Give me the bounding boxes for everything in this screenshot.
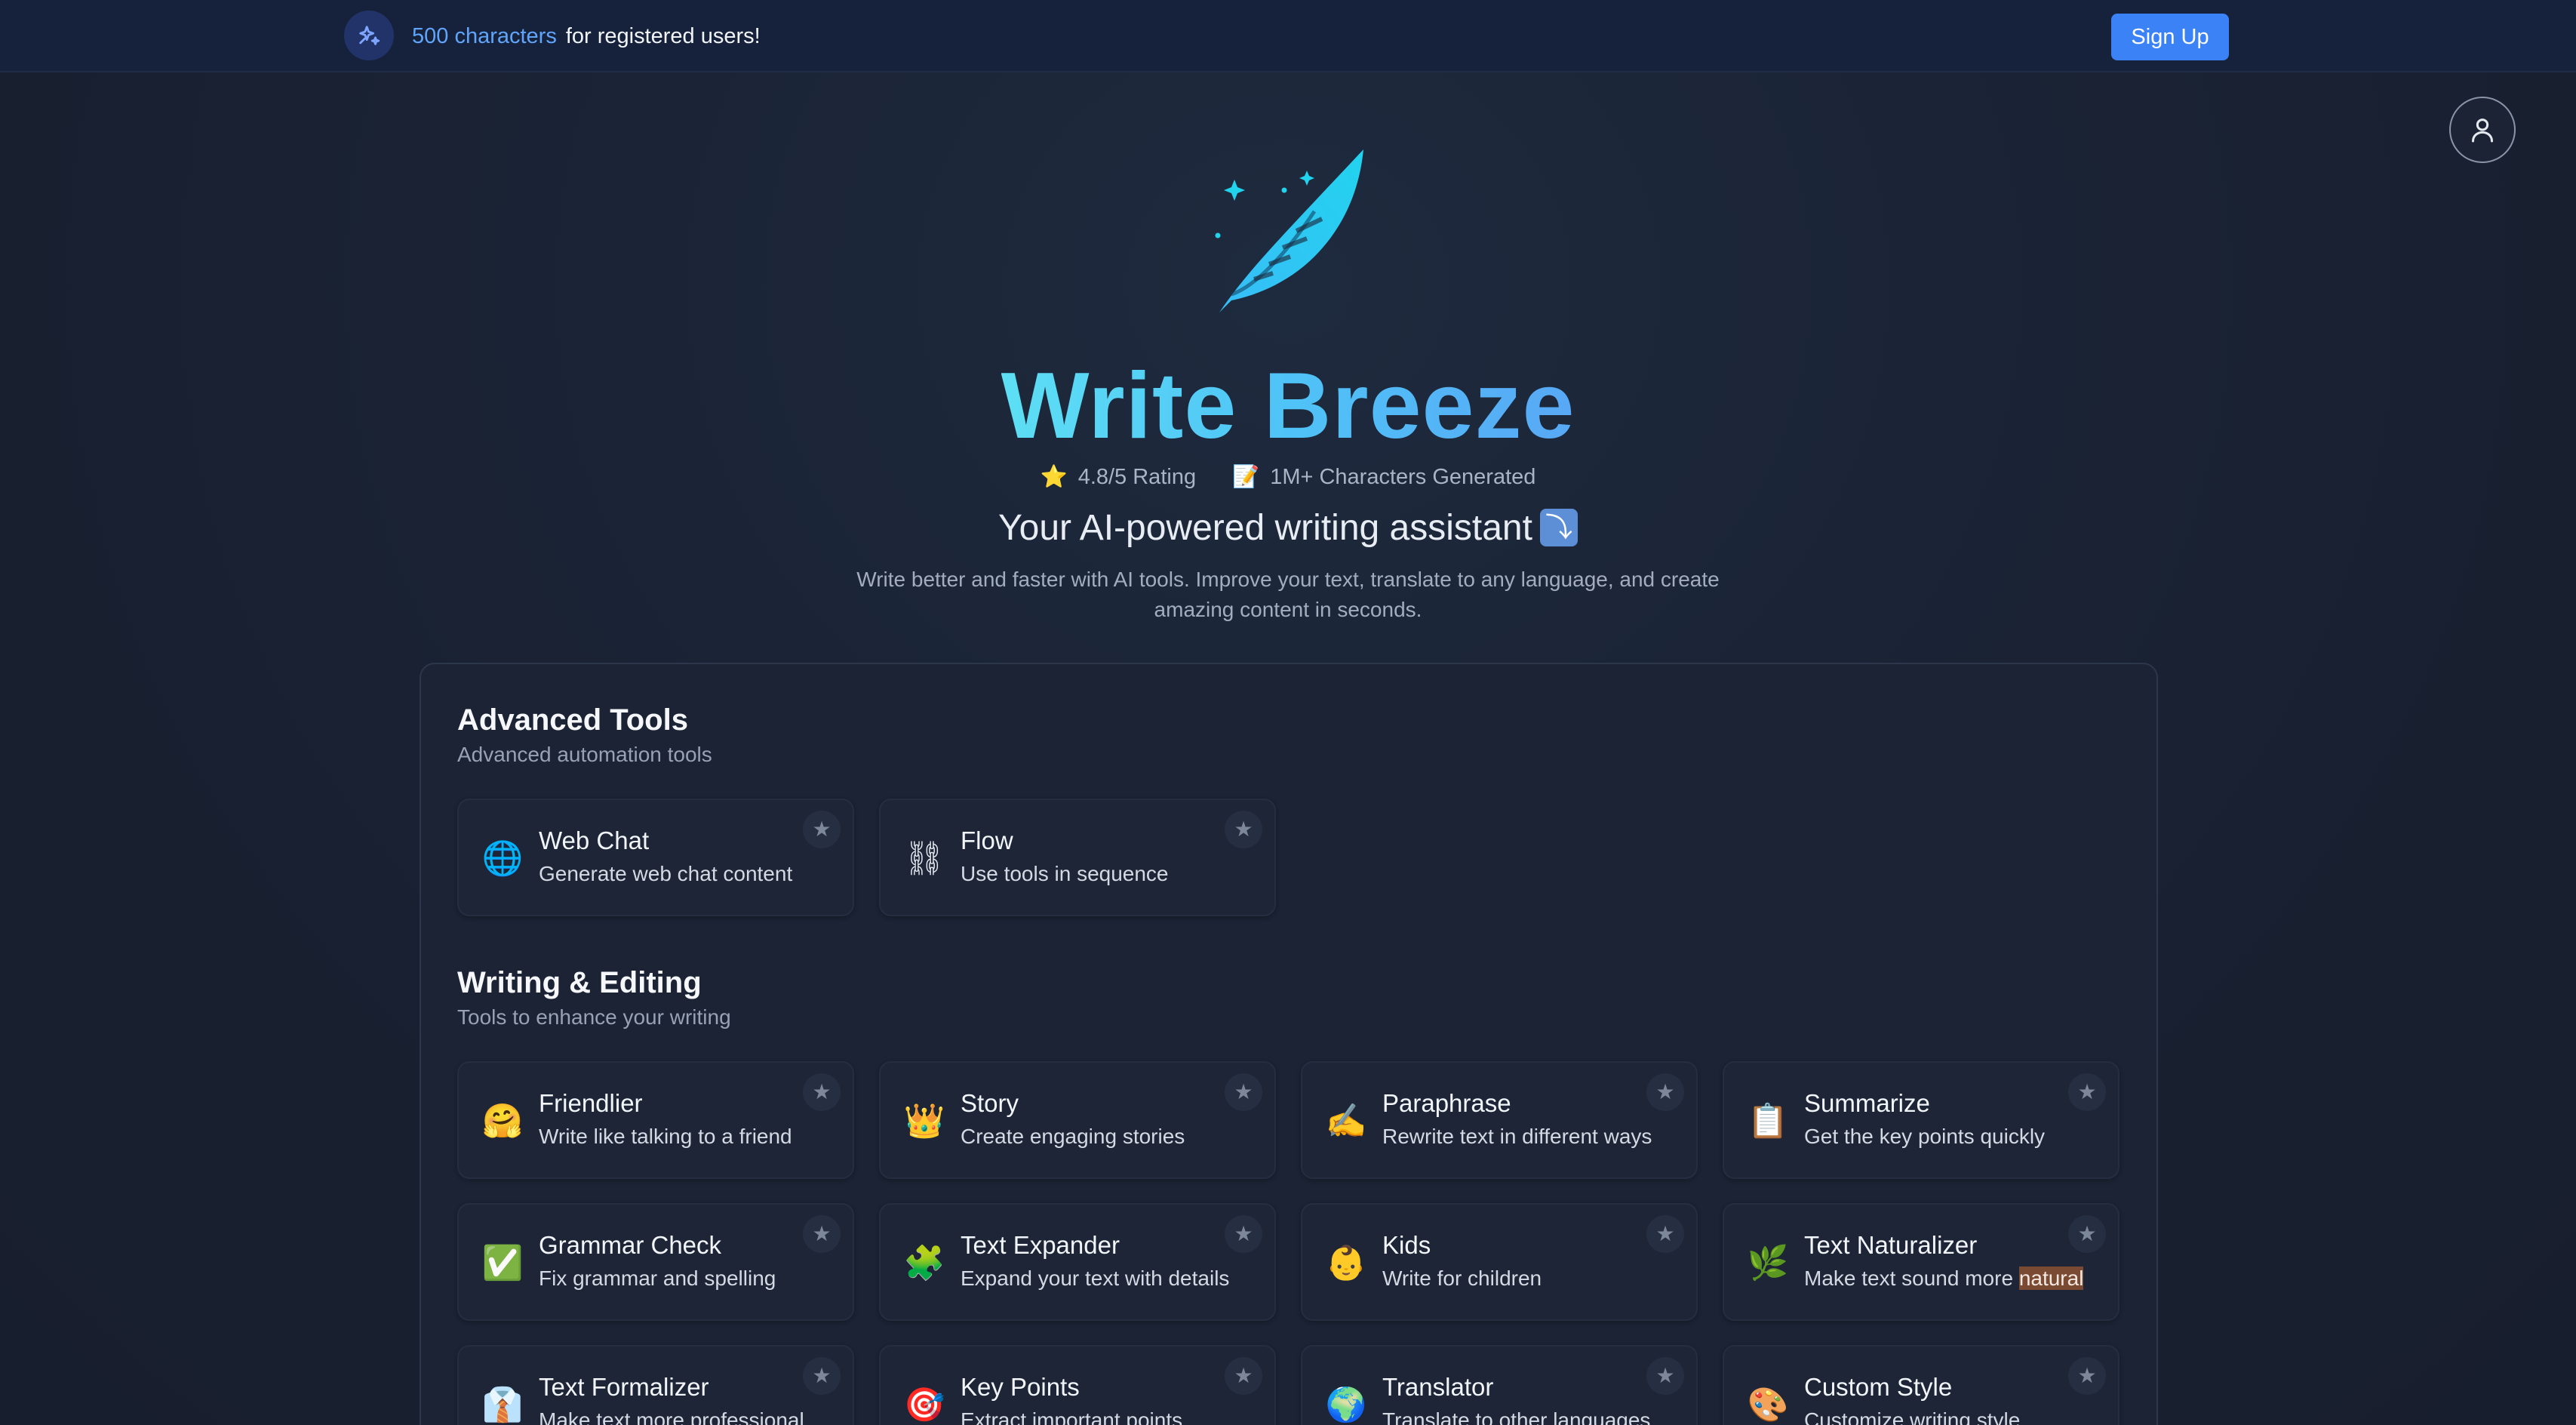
tool-description: Make text more professional [539, 1408, 804, 1425]
tool-card-web-chat[interactable]: 🌐 Web Chat Generate web chat content ★ [457, 799, 854, 916]
tool-card-grammar-check[interactable]: ✅ Grammar Check Fix grammar and spelling ★ [457, 1203, 854, 1321]
tool-description: Write like talking to a friend [539, 1125, 792, 1148]
favorite-star-icon[interactable]: ★ [1646, 1073, 1684, 1111]
characters-stat: 📝 1M+ Characters Generated [1232, 463, 1535, 491]
tool-icon-text-naturalizer: 🌿 [1747, 1245, 1789, 1282]
tool-title: Translator [1382, 1373, 1494, 1401]
rating-text: 4.8/5 Rating [1077, 465, 1197, 489]
tool-description: Customize writing style [1804, 1408, 2021, 1425]
tool-card-text-formalizer[interactable]: 👔 Text Formalizer Make text more professio… [457, 1345, 854, 1425]
tool-description: Write for children [1382, 1266, 1542, 1290]
tool-card-custom-style[interactable]: 🎨 Custom Style Customize writing style ★ [1723, 1345, 2120, 1425]
tool-title: Key Points [961, 1373, 1080, 1401]
tool-icon-text-formalizer: 👔 [481, 1387, 524, 1423]
favorite-star-icon[interactable]: ★ [803, 1357, 841, 1395]
tool-card-text-expander[interactable]: 🧩 Text Expander Expand your text with deta… [879, 1203, 1276, 1321]
favorite-star-icon[interactable]: ★ [1225, 811, 1262, 848]
favorite-star-icon[interactable]: ★ [2068, 1357, 2106, 1395]
section-title-writing: Writing & Editing [457, 966, 702, 999]
tool-card-flow[interactable]: ⛓ Flow Use tools in sequence ★ [879, 799, 1276, 916]
favorite-star-icon[interactable]: ★ [803, 811, 841, 848]
tool-title: Text Expander [961, 1231, 1120, 1259]
tool-description: Use tools in sequence [961, 862, 1169, 885]
tool-icon-text-expander: 🧩 [903, 1245, 945, 1282]
tool-description: Translate to other languages [1382, 1408, 1651, 1425]
tool-icon-summarize: 📋 [1747, 1103, 1789, 1140]
arrow-down-icon: ⤵ [1539, 509, 1578, 546]
sparkles-icon [344, 11, 394, 60]
tool-icon-grammar-check: ✅ [481, 1245, 524, 1282]
tools-panel: Advanced Tools Advanced automation tools… [420, 663, 2158, 1425]
tool-icon-key-points: 🎯 [903, 1387, 945, 1423]
tool-card-kids[interactable]: 👶 Kids Write for children ★ [1301, 1203, 1698, 1321]
tool-description: Generate web chat content [539, 862, 793, 885]
tool-card-text-naturalizer[interactable]: 🌿 Text Naturalizer Make text sound more na… [1723, 1203, 2120, 1321]
rating-stat: ⭐ 4.8/5 Rating [1041, 463, 1197, 491]
favorite-star-icon[interactable]: ★ [1646, 1215, 1684, 1253]
tool-title: Friendlier [539, 1089, 643, 1117]
tool-title: Text Naturalizer [1804, 1231, 1978, 1259]
favorite-star-icon[interactable]: ★ [1646, 1357, 1684, 1395]
favorite-star-icon[interactable]: ★ [2068, 1215, 2106, 1253]
tool-icon-paraphrase: ✍ [1325, 1103, 1367, 1140]
tool-title: Grammar Check [539, 1231, 722, 1259]
section-title-advanced: Advanced Tools [457, 703, 688, 737]
sign-up-button[interactable]: Sign Up [2111, 14, 2229, 60]
tool-description: Make text sound more natural [1804, 1266, 2084, 1290]
tool-icon-custom-style: 🎨 [1747, 1387, 1789, 1423]
banner-rest-text: for registered users! [565, 24, 761, 48]
tool-icon-translator: 🌍 [1325, 1387, 1367, 1423]
favorite-star-icon[interactable]: ★ [1225, 1357, 1262, 1395]
tagline: Your AI-powered writing assistant ⤵ [0, 504, 2576, 552]
tool-card-key-points[interactable]: 🎯 Key Points Extract important points ★ [879, 1345, 1276, 1425]
memo-icon: 📝 [1232, 465, 1260, 489]
tool-icon-web-chat: 🌐 [481, 840, 524, 877]
tool-title: Web Chat [539, 826, 650, 854]
tool-icon-flow: ⛓ [903, 840, 945, 877]
star-icon: ⭐ [1040, 465, 1068, 489]
promo-banner: 500 characters for registered users! Sign… [0, 0, 2576, 72]
tool-card-friendlier[interactable]: 🤗 Friendlier Write like talking to a frien… [457, 1061, 854, 1179]
feather-logo-icon [1215, 149, 1363, 312]
stats-row: ⭐ 4.8/5 Rating 📝 1M+ Characters Generate… [0, 463, 2576, 491]
tool-title: Kids [1382, 1231, 1431, 1259]
favorite-star-icon[interactable]: ★ [1225, 1215, 1262, 1253]
favorite-star-icon[interactable]: ★ [803, 1073, 841, 1111]
highlighted-word: natural [2018, 1266, 2084, 1290]
section-subtitle-advanced: Advanced automation tools [457, 743, 712, 766]
user-icon [2472, 118, 2493, 143]
tool-description: Create engaging stories [961, 1125, 1185, 1148]
section-subtitle-writing: Tools to enhance your writing [457, 1005, 731, 1029]
tool-description: Fix grammar and spelling [539, 1266, 776, 1290]
tool-icon-story: 👑 [903, 1103, 945, 1140]
tool-description: Rewrite text in different ways [1382, 1125, 1652, 1148]
tool-description: Get the key points quickly [1804, 1125, 2046, 1148]
hero-description: Write better and faster with AI tools. I… [856, 568, 1720, 621]
brand-title: Write Breeze [1001, 354, 1575, 458]
favorite-star-icon[interactable]: ★ [2068, 1073, 2106, 1111]
tool-title: Summarize [1804, 1089, 1930, 1117]
tool-description: Extract important points [961, 1408, 1183, 1425]
favorite-star-icon[interactable]: ★ [803, 1215, 841, 1253]
tool-title: Custom Style [1804, 1373, 1953, 1401]
tool-title: Flow [961, 826, 1013, 854]
tool-card-story[interactable]: 👑 Story Create engaging stories ★ [879, 1061, 1276, 1179]
favorite-star-icon[interactable]: ★ [1225, 1073, 1262, 1111]
tool-icon-kids: 👶 [1325, 1245, 1367, 1282]
tool-card-paraphrase[interactable]: ✍ Paraphrase Rewrite text in different way… [1301, 1061, 1698, 1179]
user-account-button[interactable] [2449, 97, 2516, 163]
banner-message: 500 characters for registered users! [412, 23, 761, 50]
tool-description: Expand your text with details [961, 1266, 1230, 1290]
tool-title: Text Formalizer [539, 1373, 709, 1401]
tool-title: Story [961, 1089, 1019, 1117]
tool-title: Paraphrase [1382, 1089, 1511, 1117]
tool-card-summarize[interactable]: 📋 Summarize Get the key points quickly ★ [1723, 1061, 2120, 1179]
characters-text: 1M+ Characters Generated [1270, 465, 1536, 489]
banner-highlight: 500 characters [412, 24, 557, 48]
tool-icon-friendlier: 🤗 [481, 1103, 524, 1140]
tool-card-translator[interactable]: 🌍 Translator Translate to other languages ★ [1301, 1345, 1698, 1425]
